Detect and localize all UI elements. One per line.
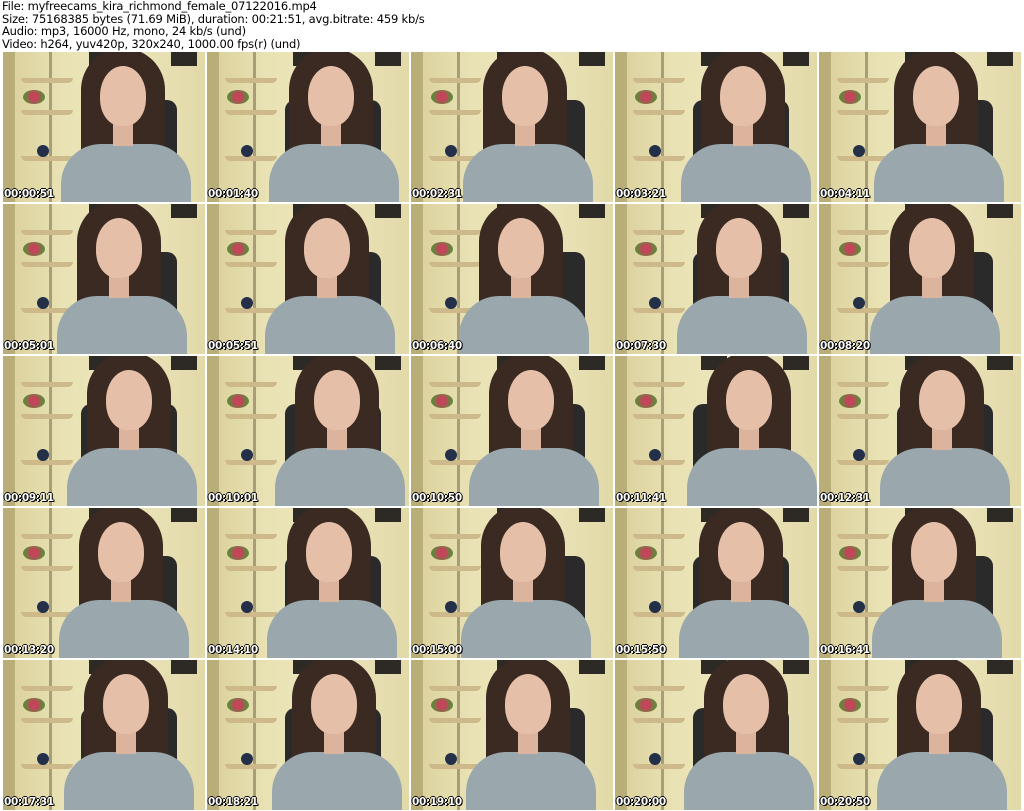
person: [411, 508, 605, 658]
thumbnail-timestamp: 00:12:31: [820, 492, 870, 504]
person: [411, 204, 603, 354]
thumbnail-timestamp: 00:03:21: [616, 188, 666, 200]
person: [209, 508, 409, 658]
thumbnail-timestamp: 00:05:51: [208, 340, 258, 352]
thumbnail-timestamp: 00:14:10: [208, 644, 258, 656]
video-thumbnail: 00:04:11: [819, 52, 1021, 202]
thumbnail-timestamp: 00:15:50: [616, 644, 666, 656]
video-thumbnail: 00:19:10: [411, 660, 613, 810]
person: [214, 660, 409, 810]
audio-info: Audio: mp3, 16000 Hz, mono, 24 kb/s (und…: [2, 24, 246, 38]
thumbnail-timestamp: 00:15:00: [412, 644, 462, 656]
thumbnail-timestamp: 00:09:11: [4, 492, 54, 504]
video-thumbnail: 00:07:30: [615, 204, 817, 354]
thumbnail-grid: 00:00:51 00:01:40 00:02:31 00:03:21 00:04:11…: [3, 52, 1021, 810]
person: [623, 52, 817, 202]
video-thumbnail: 00:20:00: [615, 660, 817, 810]
person: [819, 52, 1018, 202]
video-thumbnail: 00:17:31: [3, 660, 205, 810]
file-info-header: File: myfreecams_kira_richmond_female_07…: [2, 0, 425, 50]
person: [819, 660, 1021, 810]
person: [6, 660, 205, 810]
video-thumbnail: 00:15:00: [411, 508, 613, 658]
video-thumbnail: 00:11:41: [615, 356, 817, 506]
video-thumbnail: 00:09:11: [3, 356, 205, 506]
person: [819, 508, 1016, 658]
thumbnail-timestamp: 00:17:31: [4, 796, 54, 808]
thumbnail-timestamp: 00:20:50: [820, 796, 870, 808]
thumbnail-timestamp: 00:19:10: [412, 796, 462, 808]
video-thumbnail: 00:18:21: [207, 660, 409, 810]
video-thumbnail: 00:02:31: [411, 52, 613, 202]
video-thumbnail: 00:13:20: [3, 508, 205, 658]
thumbnail-timestamp: 00:18:21: [208, 796, 258, 808]
person: [619, 204, 817, 354]
video-thumbnail: 00:03:21: [615, 52, 817, 202]
video-thumbnail: 00:01:40: [207, 52, 409, 202]
thumbnail-timestamp: 00:00:51: [4, 188, 54, 200]
video-thumbnail: 00:05:51: [207, 204, 409, 354]
thumbnail-timestamp: 00:08:20: [820, 340, 870, 352]
video-thumbnail: 00:15:50: [615, 508, 817, 658]
person: [822, 356, 1021, 506]
person: [411, 356, 613, 506]
thumbnail-timestamp: 00:05:01: [4, 340, 54, 352]
person: [3, 508, 203, 658]
thumbnail-timestamp: 00:13:20: [4, 644, 54, 656]
thumbnail-timestamp: 00:10:01: [208, 492, 258, 504]
thumbnail-timestamp: 00:20:00: [616, 796, 666, 808]
person: [211, 52, 409, 202]
thumbnail-timestamp: 00:07:30: [616, 340, 666, 352]
person: [3, 204, 201, 354]
video-thumbnail: 00:12:31: [819, 356, 1021, 506]
thumbnail-timestamp: 00:11:41: [616, 492, 666, 504]
video-thumbnail: 00:00:51: [3, 52, 205, 202]
person: [819, 204, 1014, 354]
person: [207, 204, 409, 354]
thumbnail-timestamp: 00:16:41: [820, 644, 870, 656]
wall-edge: [615, 356, 627, 506]
video-thumbnail: 00:06:40: [411, 204, 613, 354]
person: [411, 660, 610, 810]
person: [621, 508, 817, 658]
person: [626, 660, 817, 810]
person: [3, 52, 205, 202]
video-thumbnail: 00:10:50: [411, 356, 613, 506]
person: [629, 356, 817, 506]
thumbnail-timestamp: 00:02:31: [412, 188, 462, 200]
thumbnail-timestamp: 00:06:40: [412, 340, 462, 352]
person: [411, 52, 607, 202]
file-name: File: myfreecams_kira_richmond_female_07…: [2, 0, 317, 13]
thumbnail-timestamp: 00:10:50: [412, 492, 462, 504]
thumbnail-timestamp: 00:01:40: [208, 188, 258, 200]
person: [217, 356, 409, 506]
video-thumbnail: 00:20:50: [819, 660, 1021, 810]
video-thumbnail: 00:14:10: [207, 508, 409, 658]
video-thumbnail: 00:16:41: [819, 508, 1021, 658]
person: [9, 356, 205, 506]
video-thumbnail: 00:10:01: [207, 356, 409, 506]
thumbnail-timestamp: 00:04:11: [820, 188, 870, 200]
video-thumbnail: 00:08:20: [819, 204, 1021, 354]
video-thumbnail: 00:05:01: [3, 204, 205, 354]
video-info: Video: h264, yuv420p, 320x240, 1000.00 f…: [2, 36, 301, 51]
